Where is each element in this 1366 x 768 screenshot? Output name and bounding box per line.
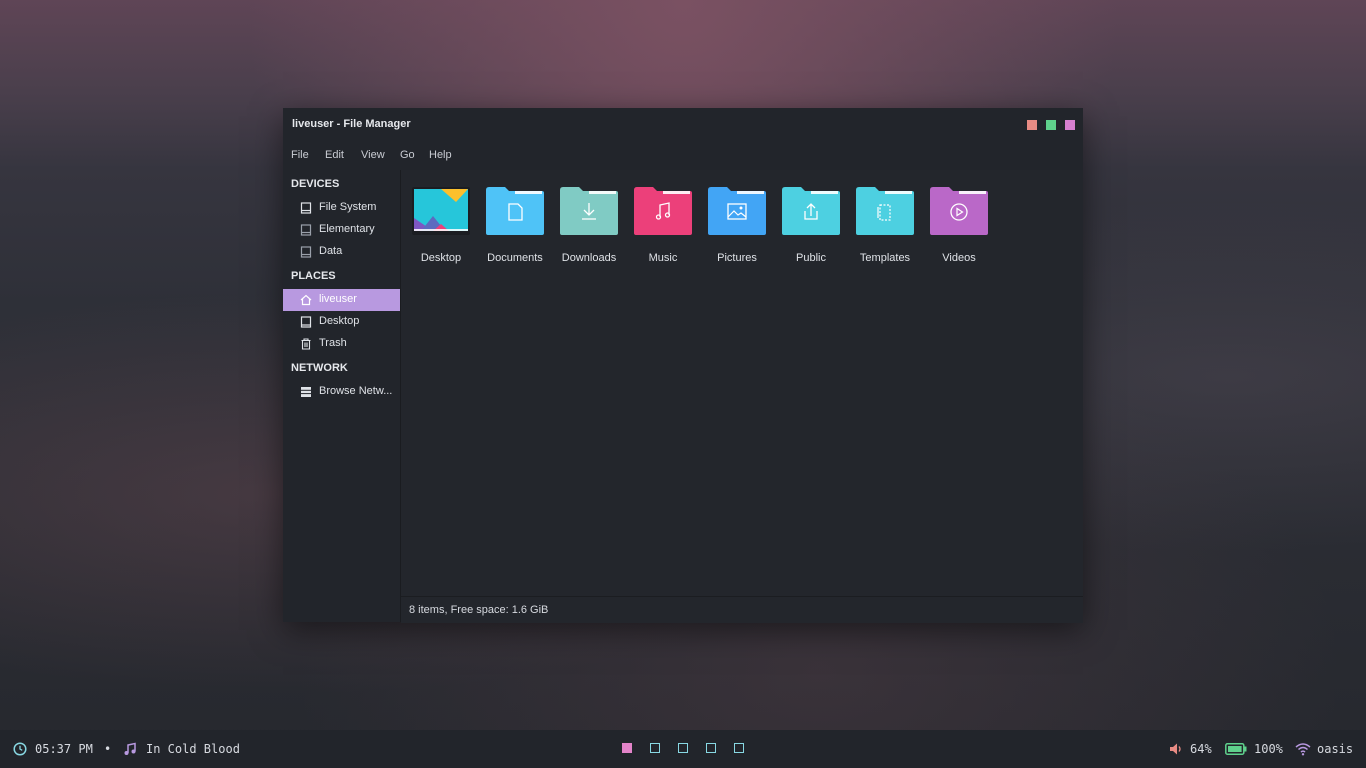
file-item-label: Desktop <box>420 252 462 264</box>
battery-icon <box>1225 743 1247 755</box>
menu-go[interactable]: Go <box>400 149 415 161</box>
maximize-button[interactable] <box>1046 120 1056 130</box>
videos-folder-icon <box>930 187 988 235</box>
sidebar-item-label: Browse Netw... <box>319 385 393 397</box>
window-titlebar[interactable]: liveuser - File Manager <box>283 108 1083 142</box>
section-places: PLACES <box>291 270 336 282</box>
sidebar-item-label: File System <box>319 201 377 213</box>
drive-icon <box>300 224 312 236</box>
workspace-1[interactable] <box>622 743 632 753</box>
file-item-documents[interactable]: Documents <box>480 186 550 266</box>
workspace-3[interactable] <box>678 743 688 753</box>
section-devices: DEVICES <box>291 178 340 190</box>
sidebar-item-label: liveuser <box>319 293 357 305</box>
network-icon <box>301 387 311 397</box>
music-folder-icon <box>634 187 692 235</box>
battery-level: 100% <box>1254 742 1283 756</box>
file-item-music[interactable]: Music <box>628 186 698 266</box>
file-item-label: Pictures <box>717 252 757 264</box>
drive-icon <box>300 202 312 214</box>
desktop-icon <box>300 316 312 328</box>
desktop-folder-icon <box>412 187 470 235</box>
file-item-label: Downloads <box>561 252 617 264</box>
pictures-folder-icon <box>708 187 766 235</box>
file-item-pictures[interactable]: Pictures <box>702 186 772 266</box>
sidebar-item-elementary[interactable]: Elementary <box>283 219 400 241</box>
file-view[interactable]: Desktop Documents Downloads Music Pictur… <box>401 170 1083 596</box>
bottom-panel: 05:37 PM • In Cold Blood 64% 100% oasis <box>0 730 1366 768</box>
trash-icon <box>301 338 311 350</box>
sidebar: DEVICES File System Elementary Data PLAC… <box>283 170 401 622</box>
file-item-desktop[interactable]: Desktop <box>406 186 476 266</box>
volume-level[interactable]: 64% <box>1190 742 1212 756</box>
public-folder-icon <box>782 187 840 235</box>
sidebar-item-label: Elementary <box>319 223 375 235</box>
menu-file[interactable]: File <box>291 149 309 161</box>
wifi-network-name[interactable]: oasis <box>1317 742 1353 756</box>
file-item-label: Documents <box>487 252 543 264</box>
workspace-4[interactable] <box>706 743 716 753</box>
home-icon <box>300 294 312 306</box>
menubar: File Edit View Go Help <box>283 142 1083 168</box>
clock-text[interactable]: 05:37 PM <box>35 742 93 756</box>
statusbar: 8 items, Free space: 1.6 GiB <box>401 596 1083 623</box>
sidebar-item-label: Desktop <box>319 315 360 327</box>
file-item-downloads[interactable]: Downloads <box>554 186 624 266</box>
file-item-public[interactable]: Public <box>776 186 846 266</box>
file-item-label: Templates <box>859 252 911 264</box>
sidebar-item-desktop[interactable]: Desktop <box>283 311 400 333</box>
sidebar-item-liveuser[interactable]: liveuser <box>283 289 400 311</box>
minimize-button[interactable] <box>1027 120 1037 130</box>
clock-icon <box>13 742 27 756</box>
file-manager-window: liveuser - File Manager File Edit View G… <box>283 108 1083 623</box>
workspace-2[interactable] <box>650 743 660 753</box>
sidebar-item-browse-network[interactable]: Browse Netw... <box>283 381 400 403</box>
music-note-icon <box>124 742 136 755</box>
menu-edit[interactable]: Edit <box>325 149 344 161</box>
file-item-templates[interactable]: Templates <box>850 186 920 266</box>
file-item-label: Videos <box>942 252 976 264</box>
drive-icon <box>300 246 312 258</box>
window-title: liveuser - File Manager <box>292 118 411 130</box>
downloads-folder-icon <box>560 187 618 235</box>
sidebar-item-file-system[interactable]: File System <box>283 197 400 219</box>
section-network: NETWORK <box>291 362 348 374</box>
wifi-icon[interactable] <box>1295 742 1311 756</box>
sidebar-item-label: Trash <box>319 337 347 349</box>
panel-separator: • <box>104 742 112 756</box>
file-item-label: Public <box>796 252 826 264</box>
file-item-videos[interactable]: Videos <box>924 186 994 266</box>
templates-folder-icon <box>856 187 914 235</box>
menu-help[interactable]: Help <box>429 149 452 161</box>
close-button[interactable] <box>1065 120 1075 130</box>
documents-folder-icon <box>486 187 544 235</box>
file-item-label: Music <box>648 252 678 264</box>
menu-view[interactable]: View <box>361 149 385 161</box>
status-text: 8 items, Free space: 1.6 GiB <box>409 604 549 616</box>
sidebar-item-label: Data <box>319 245 343 257</box>
now-playing[interactable]: In Cold Blood <box>146 742 240 756</box>
sidebar-item-trash[interactable]: Trash <box>283 333 400 355</box>
volume-icon[interactable] <box>1169 742 1184 756</box>
sidebar-item-data[interactable]: Data <box>283 241 400 263</box>
workspace-5[interactable] <box>734 743 744 753</box>
